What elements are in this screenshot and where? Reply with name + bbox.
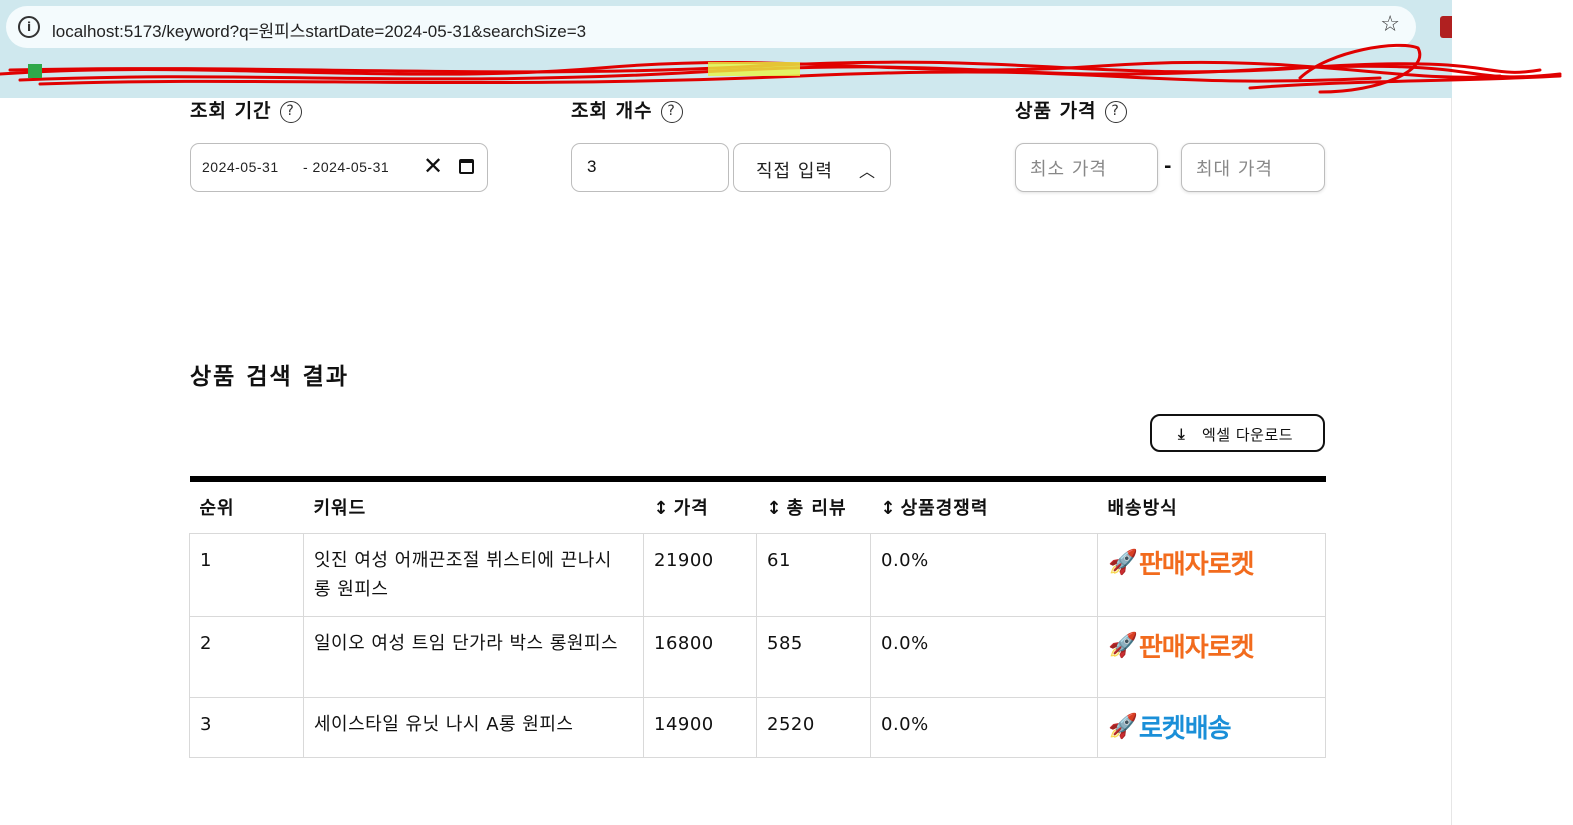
direct-input-label: 직접 입력 bbox=[756, 161, 833, 182]
period-label-text: 조회 기간 bbox=[190, 100, 272, 122]
cell-reviews: 61 bbox=[756, 532, 871, 617]
price-label: 상품 가격? bbox=[1015, 96, 1127, 123]
column-header-delivery: 배송방식 bbox=[1107, 498, 1178, 520]
column-header-price[interactable]: ↕ 가격 bbox=[644, 479, 757, 533]
download-icon: ⤓ bbox=[1178, 425, 1185, 443]
table-row: 3 세이스타일 유닛 나시 A롱 원피스 14900 2520 0.0% 🚀 로켓… bbox=[189, 696, 1326, 758]
cell-reviews: 585 bbox=[756, 615, 871, 698]
cell-competitiveness: 0.0% bbox=[870, 532, 1098, 617]
price-help-icon[interactable]: ? bbox=[1104, 100, 1127, 123]
results-title: 상품 검색 결과 bbox=[190, 364, 349, 390]
max-price-input[interactable]: 최대 가격 bbox=[1181, 143, 1325, 192]
cell-keyword: 일이오 여성 트임 단가라 박스 롱원피스 bbox=[303, 615, 644, 698]
clear-icon[interactable]: ✕ bbox=[423, 152, 443, 180]
price-label-text: 상품 가격 bbox=[1015, 100, 1097, 122]
price-separator: - bbox=[1164, 156, 1172, 177]
cell-delivery: 🚀 판매자로켓 bbox=[1097, 532, 1326, 617]
results-table: 순위 키워드 ↕ 가격 ↕ 총 리뷰 ↕ 상품경쟁력 배송방식 1 잇진 여성 어깨끈… bbox=[189, 476, 1326, 758]
period-label: 조회 기간? bbox=[190, 96, 302, 123]
table-row: 1 잇진 여성 어깨끈조절 뷔스티에 끈나시 롱 원피스 21900 61 0.… bbox=[189, 532, 1326, 617]
calendar-icon[interactable] bbox=[459, 159, 474, 174]
end-date[interactable]: - 2024-05-31 bbox=[303, 159, 389, 175]
count-value[interactable]: 3 bbox=[587, 157, 596, 177]
direct-input-dropdown[interactable]: 직접 입력 ︿ bbox=[733, 143, 891, 192]
column-header-rank: 순위 bbox=[199, 498, 235, 520]
address-bar[interactable]: i localhost:5173/keyword?q=원피스startDate=… bbox=[6, 6, 1416, 48]
rocket-icon: 🚀 bbox=[1108, 631, 1138, 659]
min-price-input[interactable]: 최소 가격 bbox=[1015, 143, 1158, 192]
excel-download-button[interactable]: ⤓ 엑셀 다운로드 bbox=[1150, 414, 1325, 452]
info-icon[interactable]: i bbox=[18, 16, 40, 38]
column-header-competitiveness[interactable]: ↕ 상품경쟁력 bbox=[871, 479, 1098, 533]
column-header-keyword: 키워드 bbox=[313, 498, 367, 520]
start-date[interactable]: 2024-05-31 bbox=[202, 159, 279, 175]
cell-delivery: 🚀 판매자로켓 bbox=[1097, 615, 1326, 698]
cell-keyword: 세이스타일 유닛 나시 A롱 원피스 bbox=[303, 696, 644, 758]
rocket-icon: 🚀 bbox=[1108, 712, 1138, 740]
cell-rank: 1 bbox=[189, 532, 304, 617]
rocket-icon: 🚀 bbox=[1108, 548, 1138, 576]
url-text[interactable]: localhost:5173/keyword?q=원피스startDate=20… bbox=[52, 17, 586, 42]
cell-keyword: 잇진 여성 어깨끈조절 뷔스티에 끈나시 롱 원피스 bbox=[303, 532, 644, 617]
seller-rocket-badge: 🚀 판매자로켓 bbox=[1108, 631, 1254, 663]
sort-icon[interactable]: ↕ bbox=[881, 498, 897, 519]
cell-price: 14900 bbox=[643, 696, 757, 758]
count-label: 조회 개수? bbox=[571, 96, 683, 123]
cell-competitiveness: 0.0% bbox=[870, 696, 1098, 758]
rocket-delivery-badge: 🚀 로켓배송 bbox=[1108, 712, 1232, 744]
seller-rocket-badge: 🚀 판매자로켓 bbox=[1108, 548, 1254, 580]
sort-icon[interactable]: ↕ bbox=[767, 498, 783, 519]
chevron-up-icon: ︿ bbox=[859, 162, 876, 181]
column-header-reviews[interactable]: ↕ 총 리뷰 bbox=[757, 479, 871, 533]
cell-rank: 3 bbox=[189, 696, 304, 758]
table-row: 2 일이오 여성 트임 단가라 박스 롱원피스 16800 585 0.0% 🚀… bbox=[189, 615, 1326, 698]
count-input[interactable]: 3 bbox=[571, 143, 729, 192]
min-price-placeholder: 최소 가격 bbox=[1030, 159, 1107, 180]
cell-delivery: 🚀 로켓배송 bbox=[1097, 696, 1326, 758]
cell-competitiveness: 0.0% bbox=[870, 615, 1098, 698]
date-range-input[interactable]: 2024-05-31 - 2024-05-31 ✕ bbox=[190, 143, 488, 192]
count-label-text: 조회 개수 bbox=[571, 100, 653, 122]
excel-download-label: 엑셀 다운로드 bbox=[1202, 426, 1294, 444]
max-price-placeholder: 최대 가격 bbox=[1196, 159, 1273, 180]
star-icon[interactable]: ☆ bbox=[1380, 12, 1400, 37]
period-help-icon[interactable]: ? bbox=[279, 100, 302, 123]
browser-chrome: i localhost:5173/keyword?q=원피스startDate=… bbox=[0, 0, 1452, 98]
count-help-icon[interactable]: ? bbox=[660, 100, 683, 123]
bookmarks-bar bbox=[0, 58, 1452, 94]
cell-rank: 2 bbox=[189, 615, 304, 698]
table-header-row: 순위 키워드 ↕ 가격 ↕ 총 리뷰 ↕ 상품경쟁력 배송방식 bbox=[189, 479, 1326, 533]
extension-icon[interactable] bbox=[1440, 16, 1452, 38]
sort-icon[interactable]: ↕ bbox=[654, 498, 670, 519]
cell-price: 16800 bbox=[643, 615, 757, 698]
cell-reviews: 2520 bbox=[756, 696, 871, 758]
cell-price: 21900 bbox=[643, 532, 757, 617]
